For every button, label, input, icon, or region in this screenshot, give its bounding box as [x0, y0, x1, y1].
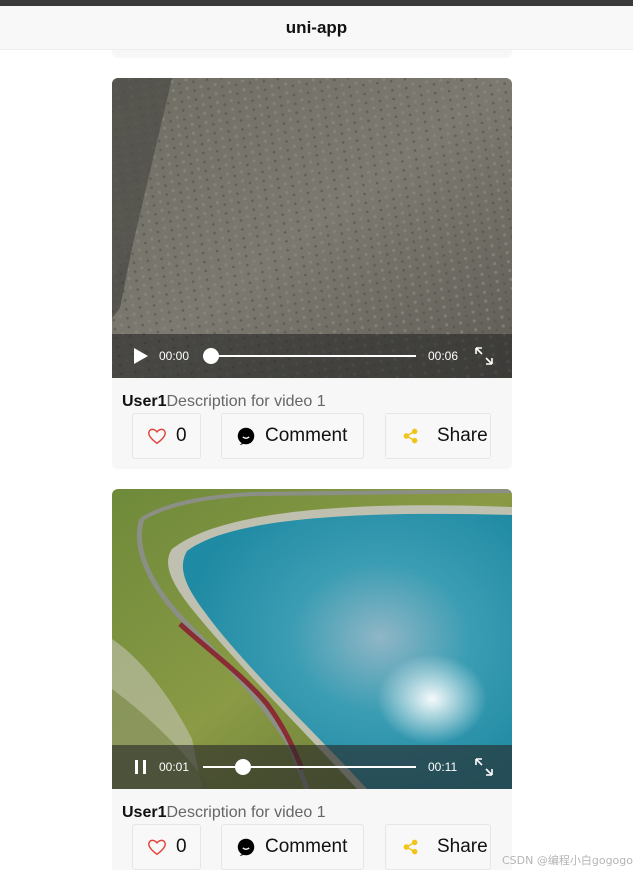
comment-label: Comment: [265, 425, 348, 446]
comment-icon: [237, 427, 255, 446]
current-time: 00:01: [159, 760, 190, 774]
duration: 00:11: [428, 760, 458, 774]
page-title: uni-app: [285, 17, 348, 37]
current-time: 00:00: [159, 349, 190, 363]
like-count: 0: [176, 836, 187, 857]
video-player[interactable]: 00:01 00:11: [112, 489, 512, 789]
fullscreen-icon[interactable]: [474, 757, 494, 777]
comment-button[interactable]: Comment: [221, 413, 364, 459]
previous-video-card: [112, 50, 512, 58]
share-button[interactable]: Share: [385, 824, 491, 870]
like-button[interactable]: 0: [132, 824, 201, 870]
comment-label: Comment: [265, 836, 348, 857]
like-button[interactable]: 0: [132, 413, 201, 459]
video-controls: 00:01 00:11: [112, 745, 512, 789]
share-label: Share: [437, 425, 488, 446]
video-controls: 00:00 00:06: [112, 334, 512, 378]
video-player[interactable]: 00:00 00:06: [112, 78, 512, 378]
watermark: CSDN @编程小白gogogo: [502, 854, 633, 867]
pause-icon[interactable]: [132, 758, 150, 776]
video-frame[interactable]: [112, 78, 512, 378]
video-card: 00:01 00:11 User1Description for video 1…: [112, 489, 512, 870]
progress-track[interactable]: [203, 355, 416, 357]
fullscreen-icon[interactable]: [474, 346, 494, 366]
share-icon: [403, 428, 418, 444]
comment-icon: [237, 838, 255, 857]
video-description: Description for video 1: [166, 393, 326, 410]
heart-icon: [148, 839, 166, 856]
comment-button[interactable]: Comment: [221, 824, 364, 870]
username[interactable]: User1: [122, 393, 166, 410]
progress-thumb[interactable]: [234, 759, 251, 775]
progress-thumb[interactable]: [203, 348, 219, 364]
share-icon: [403, 839, 418, 855]
like-count: 0: [176, 425, 187, 446]
username[interactable]: User1: [122, 804, 166, 821]
video-description: Description for video 1: [166, 804, 326, 821]
video-card: 00:00 00:06 User1Description for video 1…: [112, 78, 512, 469]
video-info: User1Description for video 1: [122, 393, 326, 411]
video-info: User1Description for video 1: [122, 804, 326, 822]
navigation-bar: uni-app: [0, 6, 633, 50]
duration: 00:06: [428, 349, 459, 363]
heart-icon: [148, 428, 166, 445]
video-frame[interactable]: [112, 489, 512, 789]
share-button[interactable]: Share: [385, 413, 491, 459]
share-label: Share: [437, 836, 488, 857]
play-icon[interactable]: [132, 347, 150, 365]
